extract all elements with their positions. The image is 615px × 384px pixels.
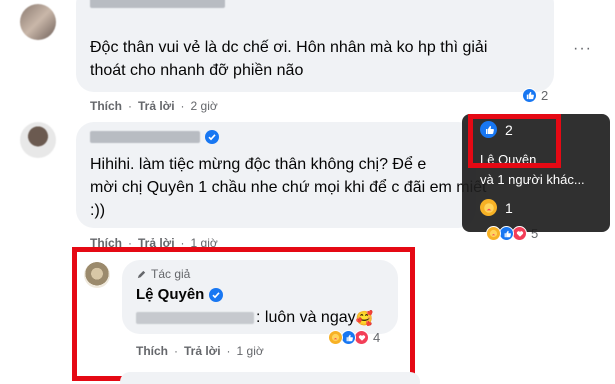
reaction-summary[interactable]: 2: [522, 88, 548, 103]
author-name[interactable]: Lệ Quyên: [136, 286, 204, 303]
reply-text: : luôn và ngay 🥰: [136, 307, 373, 329]
tooltip-care-count: 1: [505, 199, 513, 216]
like-action[interactable]: Thích: [90, 99, 122, 113]
verified-badge-icon: [205, 130, 219, 144]
next-reply-bubble: [120, 372, 420, 384]
care-icon: [486, 226, 501, 241]
pencil-icon: [137, 270, 146, 278]
like-action[interactable]: Thích: [136, 344, 168, 358]
verified-badge-icon: [209, 287, 224, 302]
commenter-name[interactable]: [90, 0, 225, 8]
heart-icon: [512, 226, 527, 241]
care-icon: [328, 330, 343, 345]
highlight-box: [468, 114, 561, 168]
comment-text-line: :)): [90, 202, 106, 219]
heart-icon: [354, 330, 369, 345]
reaction-count: 4: [373, 330, 381, 345]
commenter-name[interactable]: [90, 130, 219, 144]
author-name-row[interactable]: Lệ Quyên: [136, 286, 224, 303]
like-icon: [341, 330, 356, 345]
author-badge: Tác giả: [136, 267, 190, 281]
author-avatar[interactable]: [84, 262, 110, 288]
comment-timestamp[interactable]: 1 giờ: [237, 344, 264, 358]
commenter-avatar[interactable]: [20, 4, 56, 40]
comment-text-line: thoát cho nhanh đỡ phiền não: [90, 62, 304, 79]
reply-action[interactable]: Trả lời: [184, 344, 221, 358]
care-icon: [480, 199, 497, 216]
comment-text-line: Độc thân vui vẻ là dc chế ơi. Hôn nhân m…: [90, 39, 488, 56]
comment-timestamp[interactable]: 2 giờ: [191, 99, 218, 113]
like-icon: [522, 88, 537, 103]
reply-action[interactable]: Trả lời: [138, 99, 175, 113]
reaction-summary[interactable]: 4: [328, 330, 380, 345]
commenter-avatar[interactable]: [20, 122, 56, 158]
like-icon: [499, 226, 514, 241]
comment-text-line: Hihihi. làm tiệc mừng độc thân không chị…: [90, 156, 427, 173]
reply-actions: Thích · Trả lời · 1 giờ: [136, 344, 264, 358]
comment-text-line: mời chị Quyên 1 chầu nhe chứ mọi khi để …: [90, 179, 487, 196]
more-options-icon[interactable]: ···: [573, 40, 592, 58]
reaction-count: 2: [541, 88, 549, 103]
tooltip-care-row: 1: [480, 199, 513, 216]
comment-actions: Thích · Trả lời · 2 giờ: [90, 99, 218, 113]
